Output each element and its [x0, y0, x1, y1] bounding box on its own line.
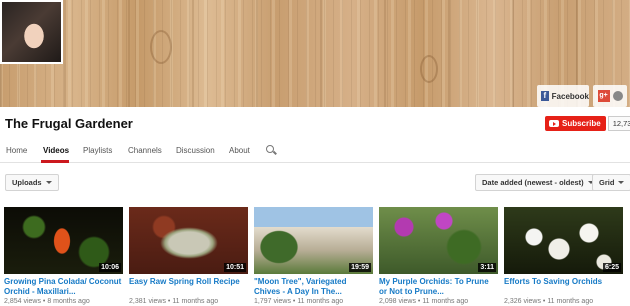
channel-avatar[interactable]	[0, 0, 63, 64]
video-duration: 6:25	[602, 263, 621, 272]
video-views: 1,797 views	[254, 298, 291, 305]
video-age: 11 months ago	[172, 298, 219, 305]
channel-banner: f Facebook g+	[0, 0, 630, 107]
video-card[interactable]: 19:59 "Moon Tree", Variegated Chives - A…	[254, 207, 373, 306]
tab-home[interactable]: Home	[6, 146, 27, 155]
video-duration: 3:11	[478, 263, 496, 272]
video-age: 11 months ago	[547, 298, 594, 305]
video-meta: 2,098 views • 11 months ago	[379, 298, 469, 305]
view-dropdown-label: Grid	[599, 178, 615, 187]
video-thumbnail[interactable]: 10:06	[4, 207, 123, 274]
video-card[interactable]: 10:51 Easy Raw Spring Roll Recipe 2,381 …	[129, 207, 248, 306]
video-age: 11 months ago	[297, 298, 344, 305]
view-dropdown[interactable]: Grid	[592, 174, 630, 191]
video-thumbnail[interactable]: 3:11	[379, 207, 498, 274]
globe-icon	[612, 91, 623, 101]
video-title[interactable]: "Moon Tree", Variegated Chives - A Day I…	[254, 277, 373, 297]
video-thumbnail[interactable]: 19:59	[254, 207, 373, 274]
channel-tabs: Home Videos Playlists Channels Discussio…	[0, 139, 630, 163]
video-meta: 2,854 views • 8 months ago	[4, 298, 90, 305]
video-thumbnail[interactable]: 10:51	[129, 207, 248, 274]
video-meta: 1,797 views • 11 months ago	[254, 298, 344, 305]
video-thumbnail[interactable]: 6:25	[504, 207, 623, 274]
video-title[interactable]: Growing Pina Colada/ Coconut Orchid - Ma…	[4, 277, 123, 297]
facebook-icon: f	[541, 91, 549, 101]
video-views: 2,098 views	[379, 298, 416, 305]
subscriber-count: 12,738	[607, 116, 630, 131]
tab-about[interactable]: About	[229, 146, 250, 155]
video-card[interactable]: 3:11 My Purple Orchids: To Prune or Not …	[379, 207, 498, 306]
google-plus-icon: g+	[597, 90, 610, 102]
facebook-link[interactable]: f Facebook	[537, 85, 589, 107]
video-views: 2,854 views	[4, 298, 41, 305]
chevron-down-icon	[45, 181, 52, 184]
video-title[interactable]: Easy Raw Spring Roll Recipe	[129, 277, 248, 297]
video-age: 11 months ago	[422, 298, 469, 305]
video-views: 2,381 views	[129, 298, 166, 305]
uploads-dropdown[interactable]: Uploads	[5, 174, 59, 191]
sort-dropdown-label: Date added (newest - oldest)	[482, 178, 584, 187]
chevron-down-icon	[618, 181, 625, 184]
youtube-logo-icon	[549, 120, 559, 127]
tab-channels[interactable]: Channels	[128, 146, 162, 155]
video-meta: 2,381 views • 11 months ago	[129, 298, 219, 305]
tab-videos[interactable]: Videos	[43, 146, 69, 155]
tab-discussion[interactable]: Discussion	[176, 146, 215, 155]
sort-dropdown[interactable]: Date added (newest - oldest)	[475, 174, 601, 191]
video-duration: 10:06	[99, 263, 121, 272]
google-plus-link[interactable]: g+	[593, 85, 627, 107]
video-title[interactable]: My Purple Orchids: To Prune or Not to Pr…	[379, 277, 498, 297]
video-title[interactable]: Efforts To Saving Orchids	[504, 277, 623, 297]
active-tab-indicator	[41, 160, 69, 163]
uploads-dropdown-label: Uploads	[12, 178, 42, 187]
video-duration: 19:59	[349, 263, 371, 272]
wood-knot	[420, 55, 438, 83]
video-card[interactable]: 10:06 Growing Pina Colada/ Coconut Orchi…	[4, 207, 123, 306]
subscribe-label: Subscribe	[562, 119, 601, 128]
facebook-link-label: Facebook	[551, 91, 589, 101]
channel-title[interactable]: The Frugal Gardener	[5, 116, 133, 131]
video-meta: 2,326 views • 11 months ago	[504, 298, 594, 305]
subscribe-control: Subscribe 12,738	[545, 116, 630, 131]
wood-knot	[150, 30, 172, 64]
video-age: 8 months ago	[47, 298, 90, 305]
tab-playlists[interactable]: Playlists	[83, 146, 112, 155]
search-icon[interactable]	[266, 145, 274, 153]
subscribe-button[interactable]: Subscribe	[545, 116, 606, 131]
video-card[interactable]: 6:25 Efforts To Saving Orchids 2,326 vie…	[504, 207, 623, 306]
video-views: 2,326 views	[504, 298, 541, 305]
video-duration: 10:51	[224, 263, 246, 272]
